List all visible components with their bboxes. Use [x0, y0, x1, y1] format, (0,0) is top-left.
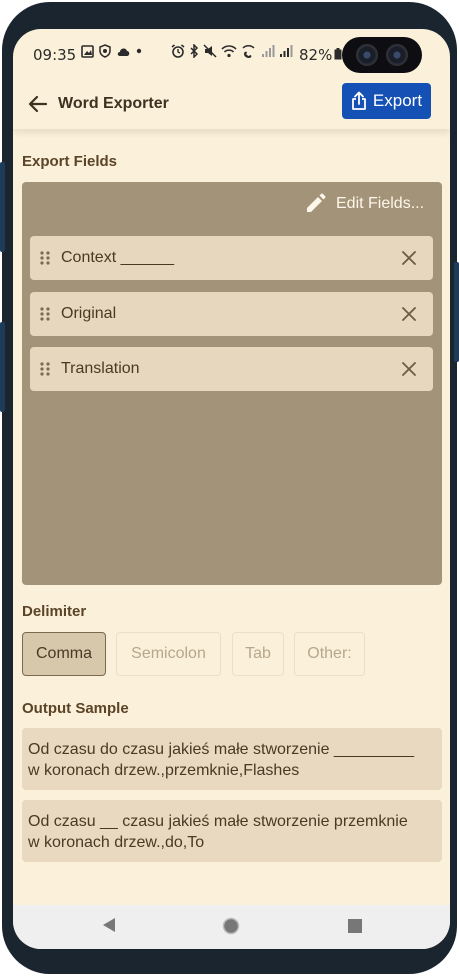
export-button[interactable]: Export: [342, 83, 431, 119]
bluetooth-icon: [190, 44, 199, 58]
edit-fields-button[interactable]: Edit Fields...: [304, 193, 424, 215]
delimiter-option-semicolon[interactable]: Semicolon: [116, 632, 221, 676]
export-button-label: Export: [372, 91, 423, 110]
dot-icon: [136, 48, 142, 54]
output-sample-heading: Output Sample: [22, 700, 129, 717]
signal-icon: [262, 44, 275, 57]
field-item-original[interactable]: Original: [30, 292, 433, 336]
side-button: [454, 262, 459, 362]
output-sample-row: Od czasu do czasu jakieś małe stworzenie…: [22, 728, 442, 790]
field-label: Translation: [61, 360, 140, 377]
close-icon[interactable]: [397, 302, 421, 326]
delimiter-option-tab[interactable]: Tab: [232, 632, 284, 676]
close-icon[interactable]: [397, 246, 421, 270]
square-recents-icon[interactable]: [348, 919, 362, 933]
volume-button: [0, 162, 5, 252]
drag-handle-icon[interactable]: [40, 251, 50, 265]
drag-handle-icon[interactable]: [40, 362, 50, 376]
screen: 09:35 82% Word Exporter Export Export Fi…: [13, 29, 450, 949]
share-upload-icon: [352, 91, 366, 110]
battery-percent: 82%: [299, 46, 333, 64]
cloud-icon: [117, 47, 130, 56]
field-item-translation[interactable]: Translation: [30, 347, 433, 391]
status-bar: 09:35 82%: [13, 29, 450, 81]
mute-icon: [203, 44, 217, 58]
delimiter-heading: Delimiter: [22, 603, 87, 620]
delimiter-option-other[interactable]: Other:: [294, 632, 365, 676]
back-button[interactable]: [23, 89, 53, 119]
camera-lens-icon: [386, 44, 408, 66]
phone-frame: 09:35 82% Word Exporter Export Export Fi…: [0, 2, 459, 974]
field-item-context[interactable]: Context ______: [30, 236, 433, 280]
power-button: [0, 322, 5, 412]
pencil-icon: [307, 193, 326, 212]
close-icon[interactable]: [397, 357, 421, 381]
field-label: Context ______: [61, 249, 174, 266]
gallery-icon: [81, 44, 94, 58]
wifi-call-icon: [242, 44, 255, 58]
arrow-left-icon: [28, 95, 48, 113]
alarm-icon: [171, 44, 185, 58]
delimiter-option-comma[interactable]: Comma: [22, 632, 106, 676]
triangle-back-icon[interactable]: [102, 917, 116, 933]
field-label: Original: [61, 305, 117, 322]
page-title: Word Exporter: [58, 95, 169, 112]
signal-2-icon: [280, 44, 293, 57]
app-bar: Word Exporter Export: [13, 81, 450, 129]
camera-lens-icon: [356, 44, 378, 66]
output-sample-row: Od czasu __ czasu jakieś małe stworzenie…: [22, 800, 442, 862]
system-nav-bar: [13, 905, 450, 949]
wifi-icon: [221, 44, 237, 57]
drag-handle-icon[interactable]: [40, 307, 50, 321]
edit-fields-label: Edit Fields...: [336, 195, 425, 212]
status-time: 09:35: [33, 46, 77, 64]
export-fields-heading: Export Fields: [22, 153, 118, 170]
shield-icon: [99, 44, 111, 58]
battery-icon: [334, 48, 342, 60]
circle-home-icon[interactable]: [222, 917, 240, 935]
camera-cutout: [342, 37, 422, 73]
export-fields-panel: Edit Fields... Context ______ Original T…: [22, 182, 442, 585]
